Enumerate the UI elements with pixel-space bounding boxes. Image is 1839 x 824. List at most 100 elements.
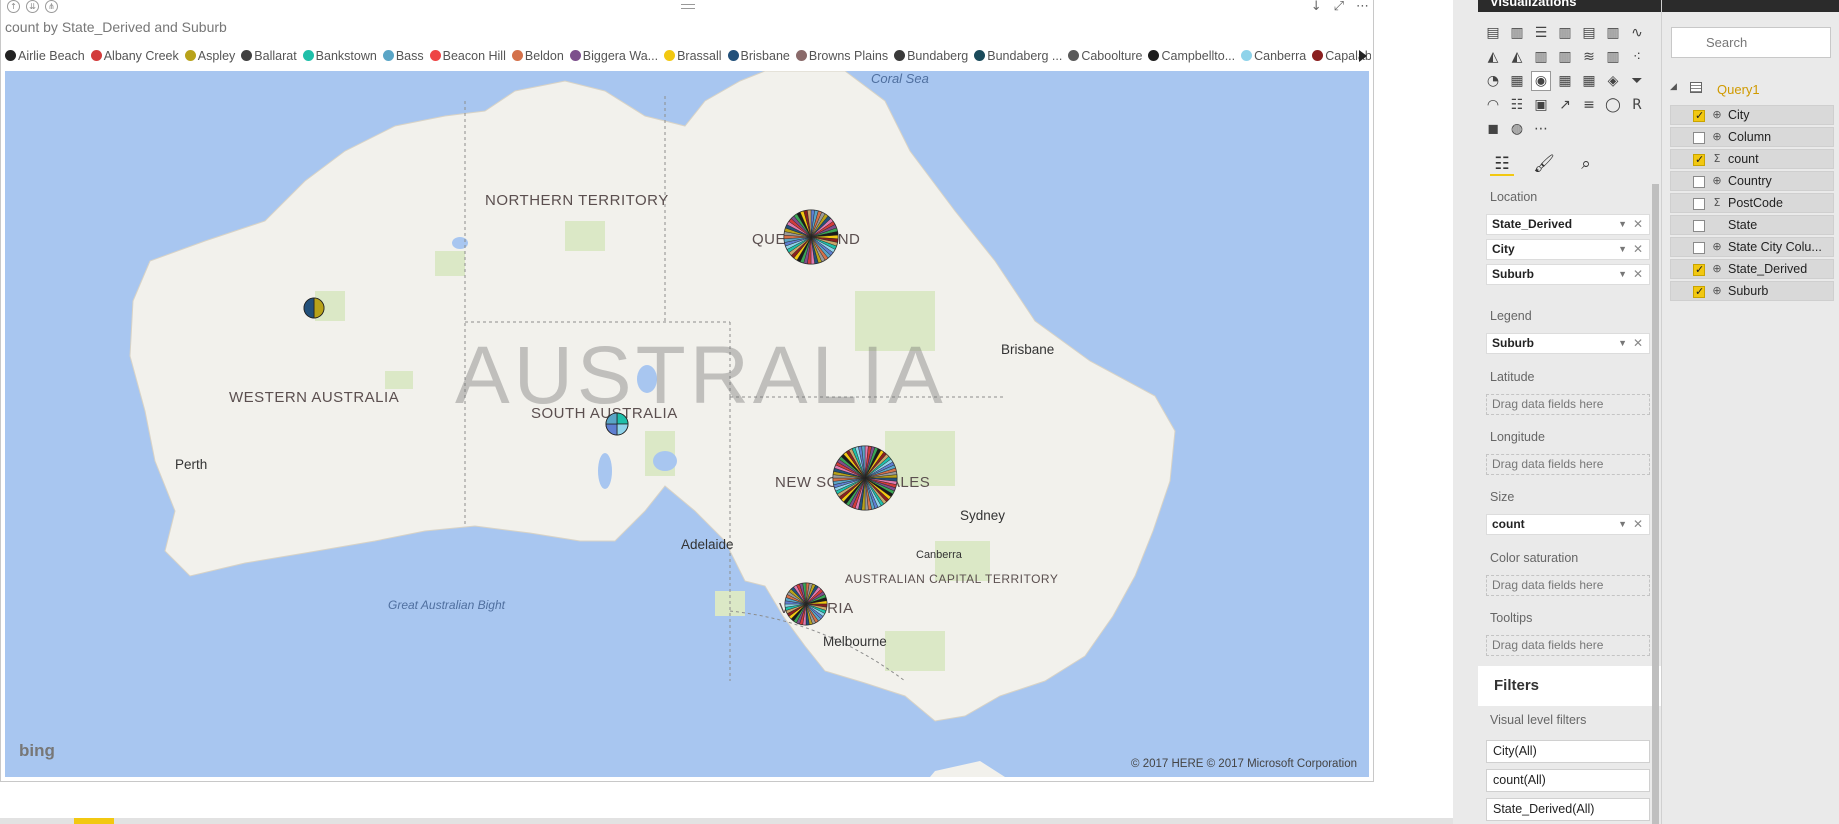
remove-icon[interactable]: ✕	[1633, 215, 1643, 234]
pie-markers[interactable]	[5, 71, 1369, 777]
field-checkbox[interactable]	[1693, 176, 1705, 188]
legend-item[interactable]: Canberra	[1241, 49, 1306, 63]
pie-icon[interactable]: ◔	[1484, 72, 1502, 90]
analytics-icon[interactable]: ⌕	[1574, 152, 1598, 176]
field-item[interactable]: Σ PostCode	[1670, 193, 1834, 213]
table-icon[interactable]: ▦	[1556, 72, 1574, 90]
field-checkbox[interactable]	[1693, 261, 1705, 279]
remove-icon[interactable]: ✕	[1633, 265, 1643, 284]
legend-item[interactable]: Brassall	[664, 49, 722, 63]
field-checkbox[interactable]	[1693, 151, 1705, 169]
funnel-icon[interactable]: ⏷	[1628, 72, 1646, 90]
location-field-suburb[interactable]: Suburb ▼ ✕	[1486, 264, 1650, 285]
legend-item[interactable]: Browns Plains	[795, 49, 888, 63]
chevron-down-icon[interactable]: ▼	[1618, 515, 1627, 534]
legend-item[interactable]: Aspley	[184, 49, 235, 63]
legend-item[interactable]: Albany Creek	[90, 49, 179, 63]
field-checkbox[interactable]	[1693, 220, 1705, 232]
legend-item[interactable]: Bundaberg ...	[974, 49, 1062, 63]
drill-up-icon[interactable]: ↑	[7, 0, 20, 13]
legend-item[interactable]: Bass	[382, 49, 424, 63]
stacked-column-icon[interactable]: ▥	[1508, 24, 1526, 42]
100-column-icon[interactable]: ▥	[1604, 24, 1622, 42]
visual-drag-handle[interactable]	[681, 4, 695, 9]
kpi-icon[interactable]: ↗	[1556, 96, 1574, 114]
globe-icon[interactable]: ◍	[1508, 120, 1526, 138]
clustered-column-icon[interactable]: ▥	[1556, 24, 1574, 42]
legend-item[interactable]: Campbellto...	[1148, 49, 1235, 63]
chevron-down-icon[interactable]: ▼	[1618, 265, 1627, 284]
legend-item[interactable]: Bundaberg	[894, 49, 968, 63]
drill-mode-icon[interactable]: ↓	[1311, 0, 1322, 14]
pie-slice[interactable]	[303, 297, 315, 319]
format-paint-icon[interactable]: 🖌	[1532, 152, 1556, 176]
pie-slice[interactable]	[616, 412, 629, 425]
pie-marker-wa[interactable]	[303, 297, 325, 319]
filter-card-state-derived[interactable]: State_Derived(All)	[1486, 798, 1650, 821]
field-item[interactable]: State	[1670, 215, 1834, 235]
field-checkbox[interactable]	[1693, 198, 1705, 210]
treemap-icon[interactable]: ▦	[1508, 72, 1526, 90]
field-item[interactable]: Σcount	[1670, 149, 1834, 169]
stacked-area-icon[interactable]: ◭	[1508, 48, 1526, 66]
slicer-icon[interactable]: ≡	[1580, 96, 1598, 114]
field-item[interactable]: ⊕ State_Derived	[1670, 259, 1834, 279]
filter-card-city[interactable]: City(All)	[1486, 740, 1650, 763]
active-page-tab[interactable]	[74, 818, 114, 824]
focus-mode-icon[interactable]: ⤢	[1334, 0, 1344, 14]
field-item[interactable]: ⊕ City	[1670, 105, 1834, 125]
pie-marker-vic[interactable]	[784, 582, 828, 626]
legend-item[interactable]: Bankstown	[302, 49, 377, 63]
drill-down-icon[interactable]: ⋔	[45, 0, 58, 13]
remove-icon[interactable]: ✕	[1633, 515, 1643, 534]
collapse-caret-icon[interactable]: ◢	[1670, 81, 1677, 92]
map-icon[interactable]: ◉	[1531, 71, 1551, 91]
remove-icon[interactable]: ✕	[1633, 240, 1643, 259]
r-visual-icon[interactable]: R	[1628, 96, 1646, 114]
chevron-down-icon[interactable]: ▼	[1618, 334, 1627, 353]
fields-search-input[interactable]: Search	[1671, 27, 1831, 58]
field-item[interactable]: ⊕ Country	[1670, 171, 1834, 191]
line-icon[interactable]: ∿	[1628, 24, 1646, 42]
legend-item[interactable]: Airlie Beach	[5, 49, 85, 63]
legend-item[interactable]: Beldon	[511, 49, 564, 63]
fields-tab-icon[interactable]: ☷	[1490, 152, 1514, 176]
longitude-drop-zone[interactable]: Drag data fields here	[1486, 454, 1650, 475]
more-options-icon[interactable]: ⋯	[1356, 0, 1369, 14]
legend-field-suburb[interactable]: Suburb ▼ ✕	[1486, 333, 1650, 354]
location-field-city[interactable]: City ▼ ✕	[1486, 239, 1650, 260]
remove-icon[interactable]: ✕	[1633, 334, 1643, 353]
legend-item[interactable]: Biggera Wa...	[569, 49, 658, 63]
legend-item[interactable]: Beacon Hill	[429, 49, 506, 63]
map-area[interactable]: Coral Sea Great Australian Bight AUSTRAL…	[5, 71, 1369, 777]
field-checkbox[interactable]	[1693, 283, 1705, 301]
field-checkbox[interactable]	[1693, 242, 1705, 254]
field-item[interactable]: ⊕ Suburb	[1670, 281, 1834, 301]
line-clustered-icon[interactable]: ▥	[1556, 48, 1574, 66]
chevron-down-icon[interactable]: ▼	[1618, 240, 1627, 259]
legend-item[interactable]: Ballarat	[241, 49, 297, 63]
matrix-icon[interactable]: ▦	[1580, 72, 1598, 90]
pie-marker-sa[interactable]	[605, 412, 629, 436]
field-checkbox[interactable]	[1693, 107, 1705, 125]
color-saturation-drop-zone[interactable]: Drag data fields here	[1486, 575, 1650, 596]
visualizations-pane-scrollbar[interactable]	[1652, 184, 1659, 824]
pie-slice[interactable]	[313, 297, 325, 319]
legend-item[interactable]: Brisbane	[727, 49, 790, 63]
stacked-bar-icon[interactable]: ▤	[1484, 24, 1502, 42]
field-item[interactable]: ⊕ State City Colu...	[1670, 237, 1834, 257]
gauge-icon[interactable]: ◠	[1484, 96, 1502, 114]
double-arrow-down-icon[interactable]: ⇊	[26, 0, 39, 13]
field-item[interactable]: ⊕ Column	[1670, 127, 1834, 147]
filter-card-count[interactable]: count(All)	[1486, 769, 1650, 792]
scatter-icon[interactable]: ⁖	[1628, 48, 1646, 66]
clustered-bar-icon[interactable]: ☰	[1532, 24, 1550, 42]
pie-slice[interactable]	[605, 412, 618, 425]
tooltips-drop-zone[interactable]: Drag data fields here	[1486, 635, 1650, 656]
pie-slice[interactable]	[616, 423, 629, 436]
shape-map-icon[interactable]: ◼	[1484, 120, 1502, 138]
100-bar-icon[interactable]: ▤	[1580, 24, 1598, 42]
card-icon[interactable]: ▣	[1532, 96, 1550, 114]
filled-map-icon[interactable]: ◈	[1604, 72, 1622, 90]
legend-item[interactable]: Caboolture	[1068, 49, 1142, 63]
